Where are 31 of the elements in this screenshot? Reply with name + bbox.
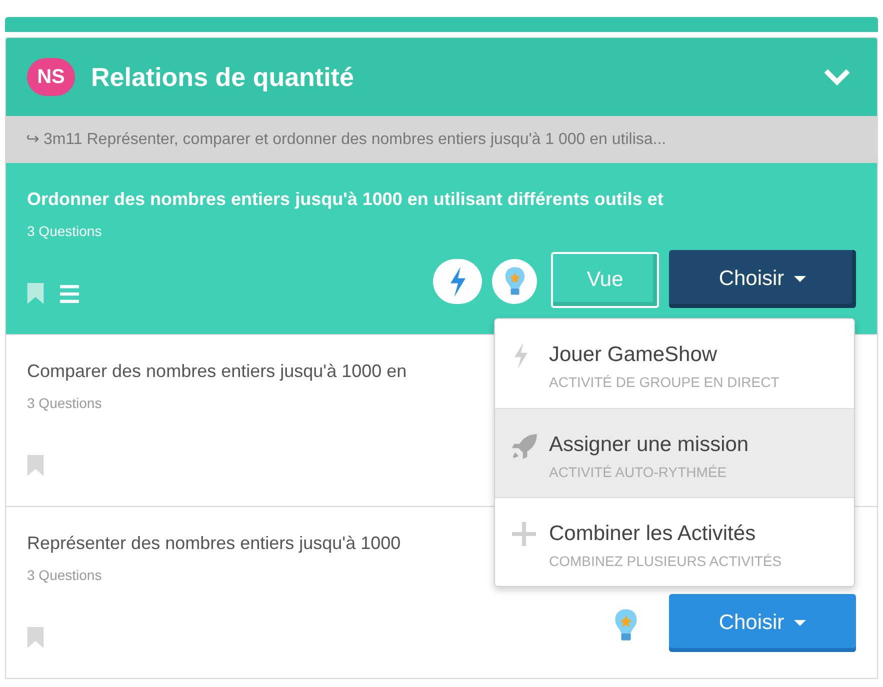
section-header[interactable]: NS Relations de quantité — [6, 38, 877, 116]
activity-title: Comparer des nombres entiers jusqu'à 1000 en — [27, 360, 407, 383]
caret-icon — [794, 620, 806, 626]
caret-icon — [794, 276, 806, 282]
rocket-icon — [512, 433, 538, 459]
standard-text: ↪ 3m11 Représenter, comparer et ordonner des nombres entiers jusqu'à 1 000 en utilisa... — [26, 130, 666, 150]
menu-item-title: Combiner les Activités — [549, 521, 757, 547]
bookmark-icon[interactable] — [27, 283, 44, 304]
menu-item[interactable]: Jouer GameShow ACTIVITÉ DE GROUPE EN DIRECT — [495, 319, 854, 408]
menu-item[interactable]: Combiner les Activités COMBINEZ PLUSIEURS ACTIVITÉS — [495, 497, 854, 586]
list-icon[interactable] — [60, 284, 79, 303]
chevron-down-icon[interactable] — [823, 68, 851, 86]
plus-icon — [512, 522, 536, 546]
activity-title: Représenter des nombres entiers jusqu'à 1000 — [27, 532, 401, 555]
question-count: 3 Questions — [27, 566, 102, 585]
activity-row[interactable]: Ordonner des nombres entiers jusqu'à 1000 en utilisant différents outils et 3 Questions Vue Choisir — [6, 163, 877, 334]
section-title: Relations de quantité — [91, 60, 354, 94]
menu-item-title: Assigner une mission — [549, 432, 749, 458]
activity-title: Ordonner des nombres entiers jusqu'à 1000 en utilisant différents outils et — [27, 188, 664, 211]
choose-button[interactable]: Choisir — [669, 250, 856, 308]
menu-item-title: Jouer GameShow — [549, 342, 718, 368]
bookmark-icon[interactable] — [27, 455, 44, 476]
bookmark-icon[interactable] — [27, 627, 44, 648]
question-count: 3 Questions — [27, 222, 102, 241]
menu-item[interactable]: Assigner une mission ACTIVITÉ AUTO-RYTHMÉE — [495, 408, 854, 497]
menu-item-subtitle: ACTIVITÉ DE GROUPE EN DIRECT — [549, 373, 780, 392]
question-count: 3 Questions — [27, 394, 102, 413]
menu-item-subtitle: COMBINEZ PLUSIEURS ACTIVITÉS — [549, 552, 782, 571]
section-badge: NS — [27, 58, 75, 96]
menu-item-subtitle: ACTIVITÉ AUTO-RYTHMÉE — [549, 463, 728, 482]
lightning-icon — [512, 343, 530, 369]
